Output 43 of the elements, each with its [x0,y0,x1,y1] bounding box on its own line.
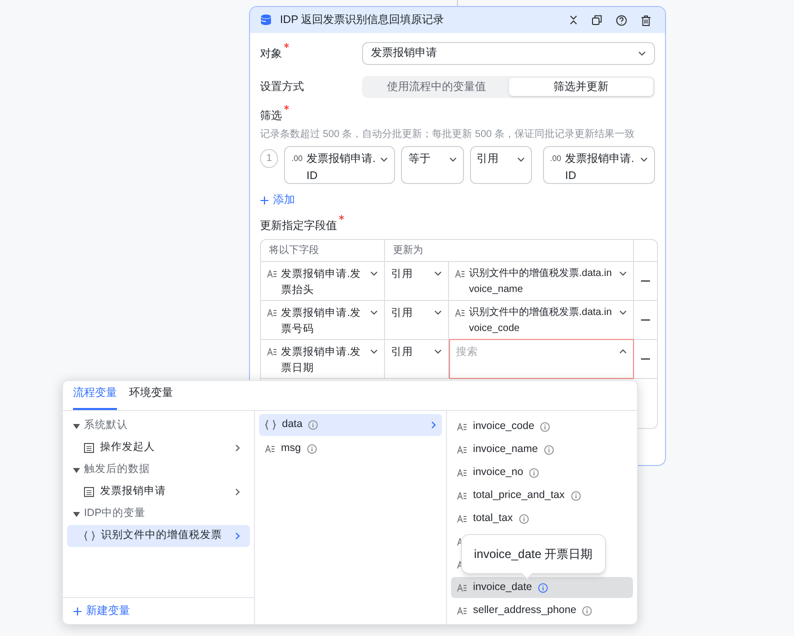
select-field[interactable]: 发票报销申请.发票日期 [261,340,385,378]
variable-item[interactable]: 发票报销申请 [67,481,250,503]
select-field[interactable]: 引用 [385,262,449,300]
variable-item[interactable]: data [259,414,442,436]
group-label: 触发后的数据 [84,462,150,478]
group-label: 系统默认 [84,418,128,434]
variable-item[interactable]: msg [259,438,442,460]
variable-item[interactable]: 识别文件中的增值税发票 [67,525,250,547]
column-header: 更新为 [385,240,634,260]
field-item[interactable]: invoice_code [451,416,633,437]
select-field[interactable]: .00 发票报销申请.ID [543,146,656,184]
picker-tab[interactable]: 流程变量 [73,384,117,410]
select-field[interactable]: 引用 [385,300,449,338]
hint-text: 记录条数超过 500 条，自动分批更新；每批更新 500 条，保证同批记录更新结果一致 [260,128,636,142]
mode-tab[interactable]: 使用流程中的变量值 [364,78,508,96]
step-number: 1 [260,149,278,168]
variable-item[interactable]: 操作发起人 [67,437,250,459]
select-field[interactable]: 发票报销申请 [362,42,655,64]
new-variable-link[interactable]: 新建变量 [73,602,130,620]
select-field[interactable]: .00 发票报销申请.ID [284,146,396,184]
field-label: 更新指定字段值 [260,220,344,232]
mode-tab[interactable]: 筛选并更新 [508,78,653,96]
field-item[interactable]: invoice_name [451,439,633,460]
add-link[interactable]: 添加 [260,192,295,208]
select-field[interactable]: 识别文件中的增值税发票.data.invoice_name [449,262,634,300]
select-field[interactable]: 发票报销申请.发票号码 [261,300,385,338]
column-header: 将以下字段 [261,240,385,260]
field-item[interactable]: invoice_date [451,577,633,598]
select-field[interactable]: 等于 [401,146,464,184]
panel-title: IDP 返回发票识别信息回填原记录 [280,12,446,28]
select-field[interactable]: 引用 [470,146,532,184]
field-item[interactable]: seller_address_phone [451,600,633,621]
select-field[interactable]: 引用 [385,340,449,378]
field-label: 设置方式 [260,80,305,95]
select-field[interactable]: 识别文件中的增值税发票.data.invoice_code [449,300,634,338]
field-item[interactable]: invoice_no [451,462,633,483]
select-field[interactable]: 发票报销申请.发票抬头 [261,262,385,300]
field-label: 对象 [260,48,289,60]
field-item[interactable]: total_tax [451,508,633,529]
group-label: IDP中的变量 [84,506,146,522]
field-label: 筛选 [260,110,289,122]
picker-tab[interactable]: 环境变量 [129,384,173,410]
field-item[interactable]: total_price_and_tax [451,485,633,506]
